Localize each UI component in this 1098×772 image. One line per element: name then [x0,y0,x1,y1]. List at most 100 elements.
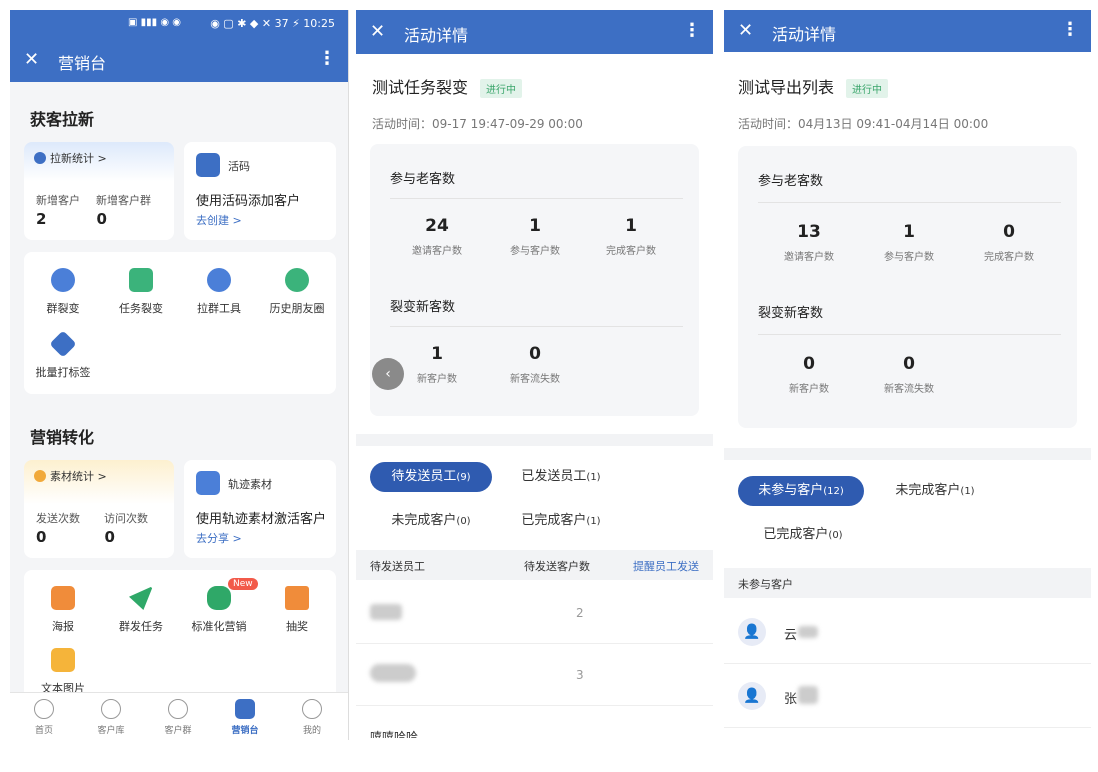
qrcode-icon [196,153,220,177]
remind-button[interactable]: 提醒员工发送 [633,558,699,574]
activity-name: 测试任务裂变 [372,78,469,97]
stat-join: 1 参与客户数 [510,216,560,257]
activity-detail-screen: ✕ 活动详情 ⋮ 测试任务裂变 进行中 活动时间：09-17 19:47-09-2… [356,10,713,738]
app-bar: ✕ 营销台 ⋮ [10,38,348,82]
material-icon [34,470,46,482]
send-icon [129,586,153,610]
person-icon [101,699,121,719]
gift-icon [285,586,309,610]
page-title: 活动详情 [772,25,837,44]
grid-item[interactable]: 拉群工具 [180,268,258,316]
stat-done: 0 完成客户数 [984,222,1034,263]
marketing-screen: ▣ ▮▮▮ ◉ ◉ ◉ ▢ ✱ ◆ ✕ 37 ⚡ 10:25 ✕ 营销台 ⋮ 获… [10,10,349,740]
more-icon[interactable]: ⋮ [1061,19,1079,40]
tab-not-joined[interactable]: 未参与客户(12) [738,476,864,506]
new-badge: New [228,578,258,590]
close-icon[interactable]: ✕ [370,21,385,42]
panel-heading: 裂变新客数 [390,300,456,315]
clover-icon [207,586,231,610]
table-row[interactable]: 3 [356,644,713,706]
task-fission-icon [129,268,153,292]
create-link[interactable]: 去创建 > [196,212,242,228]
stat-done: 1 完成客户数 [606,216,656,257]
table-row[interactable]: 2 [356,582,713,644]
grid-item[interactable]: 标准化营销 New [180,578,258,634]
stat-value: 0 [36,528,47,546]
card-name: 活码 [228,160,250,173]
table-header: 待发送员工 待发送客户数 提醒员工发送 [356,550,713,580]
stat-value: 0 [96,210,107,228]
col-staff: 待发送员工 [370,560,425,573]
tab-sent-staff[interactable]: 已发送员工(1) [506,462,616,492]
tab-pending-staff[interactable]: 待发送员工(9) [370,462,492,492]
grid-item[interactable]: 任务裂变 [102,268,180,316]
stat-label: 发送次数 [36,512,80,525]
grid-item[interactable]: 文本图片 [24,648,102,696]
grid-item[interactable]: 群裂变 [24,268,102,316]
more-icon[interactable]: ⋮ [318,48,336,69]
trajectory-card[interactable]: 轨迹素材 使用轨迹素材激活客户 去分享 > [184,460,336,558]
stat-card-lx[interactable]: 拉新统计 > 新增客户 新增客户群 2 0 [24,142,174,240]
tab-marketing[interactable]: 营销台 [213,699,277,736]
tab-complete[interactable]: 已完成客户(1) [506,506,616,536]
image-text-icon [51,648,75,672]
card-name: 轨迹素材 [228,478,272,491]
status-time: 10:25 [303,17,335,30]
card-desc: 使用活码添加客户 [196,194,301,209]
group-tool-icon [207,268,231,292]
stat-invite: 13 邀请客户数 [784,222,834,263]
back-icon[interactable]: ‹ [372,358,404,390]
tab-incomplete[interactable]: 未完成客户(0) [376,506,486,536]
close-icon[interactable]: ✕ [24,49,39,70]
grid-item[interactable]: 海报 [24,586,102,634]
list-item[interactable]: 👤 张 [724,666,1091,728]
stat-card-sc[interactable]: 素材统计 > 发送次数 访问次数 0 0 [24,460,174,558]
activity-time: 活动时间：09-17 19:47-09-29 00:00 [372,117,583,131]
stat-lost: 0 新客流失数 [884,354,934,395]
tab-me[interactable]: 我的 [280,699,344,736]
activity-detail-screen-2: ✕ 活动详情 ⋮ 测试导出列表 进行中 活动时间：04月13日 09:41-04月… [724,10,1091,738]
stat-value: 2 [36,210,47,228]
more-icon[interactable]: ⋮ [683,20,701,41]
folder-icon [196,471,220,495]
customer-name: 云 [784,628,798,643]
grid-item[interactable]: 群发任务 [102,586,180,634]
section-title-convert: 营销转化 [30,428,95,447]
grid-icon [235,699,255,719]
list-item[interactable]: 👤 云 [724,602,1091,664]
avatar-icon: 👤 [738,682,766,710]
table-row[interactable]: 嘻嘻哈哈 [356,706,713,738]
activity-name: 测试导出列表 [738,78,835,97]
grid-item[interactable]: 抽奖 [258,586,336,634]
activity-time: 活动时间：04月13日 09:41-04月14日 00:00 [738,117,989,131]
tab-complete[interactable]: 已完成客户(0) [748,520,858,550]
smile-icon [302,699,322,719]
battery-level: 37 [274,17,289,30]
customer-name: 张 [784,692,798,707]
marketing-grid: 海报 群发任务 标准化营销 New 抽奖 文本图片 [24,570,336,700]
group-fission-icon [51,268,75,292]
huoma-card[interactable]: 活码 使用活码添加客户 去创建 > [184,142,336,240]
stat-title: 拉新统计 > [50,152,107,165]
share-link[interactable]: 去分享 > [196,530,242,546]
stat-label: 访问次数 [104,512,148,525]
status-bar: ▣ ▮▮▮ ◉ ◉ ◉ ▢ ✱ ◆ ✕ 37 ⚡ 10:25 [10,10,348,38]
section-title-acquire: 获客拉新 [30,110,95,129]
stat-invite: 24 邀请客户数 [412,216,462,257]
tab-home[interactable]: 首页 [12,699,76,736]
tab-groups[interactable]: 客户群 [146,699,210,736]
grid-item[interactable]: 批量打标签 [24,330,102,380]
blurred-name [370,604,402,620]
grid-item[interactable]: 历史朋友圈 [258,268,336,316]
tag-icon [49,330,77,358]
stat-value: 0 [104,528,115,546]
tab-incomplete[interactable]: 未完成客户(1) [880,476,990,506]
tab-customers[interactable]: 客户库 [79,699,143,736]
page-title: 活动详情 [404,26,469,45]
poster-icon [51,586,75,610]
status-badge: 进行中 [480,79,523,98]
close-icon[interactable]: ✕ [738,20,753,41]
tools-grid: 群裂变 任务裂变 拉群工具 历史朋友圈 批量打标签 [24,252,336,394]
stat-label: 新增客户群 [96,194,151,207]
bottom-tab-bar: 首页 客户库 客户群 营销台 我的 [10,692,348,740]
